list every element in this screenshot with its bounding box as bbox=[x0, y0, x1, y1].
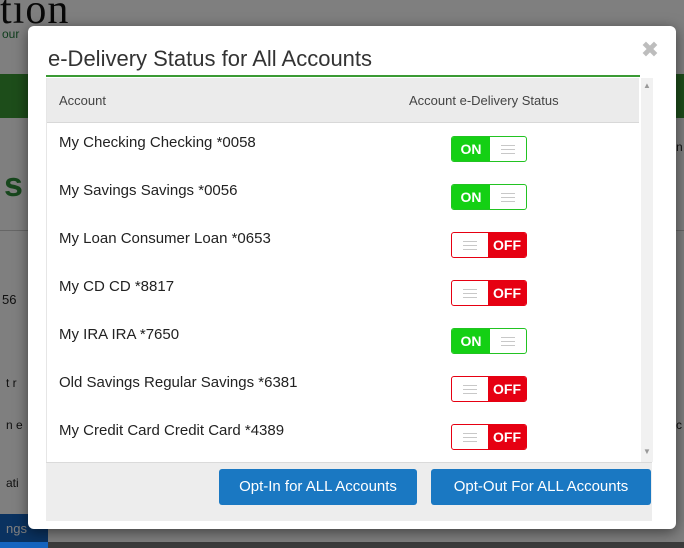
toggle-label: OFF bbox=[488, 233, 526, 257]
toggle-grip-icon bbox=[452, 233, 488, 257]
account-name: My Savings Savings *0056 bbox=[59, 182, 238, 199]
modal-footer: Opt-In for ALL Accounts Opt-Out For ALL … bbox=[46, 462, 652, 521]
edelivery-toggle[interactable]: OFF bbox=[451, 376, 527, 402]
scroll-up-arrow-icon[interactable]: ▲ bbox=[641, 80, 653, 92]
edelivery-toggle[interactable]: ON bbox=[451, 184, 527, 210]
toggle-label: OFF bbox=[488, 425, 526, 449]
toggle-grip-icon bbox=[452, 425, 488, 449]
account-name: Old Savings Regular Savings *6381 bbox=[59, 374, 298, 391]
title-underline bbox=[46, 75, 640, 77]
opt-out-all-button[interactable]: Opt-Out For ALL Accounts bbox=[431, 469, 651, 505]
edelivery-toggle[interactable]: ON bbox=[451, 136, 527, 162]
toggle-grip-icon bbox=[452, 281, 488, 305]
column-header-status: Account e-Delivery Status bbox=[409, 93, 559, 108]
table-row: My Credit Card Credit Card *4389 OFF bbox=[47, 410, 639, 458]
toggle-label: OFF bbox=[488, 281, 526, 305]
accounts-table: Account Account e-Delivery Status My Che… bbox=[46, 78, 653, 462]
modal-title: e-Delivery Status for All Accounts bbox=[48, 46, 373, 71]
account-name: My Credit Card Credit Card *4389 bbox=[59, 422, 285, 439]
toggle-grip-icon bbox=[490, 185, 526, 209]
toggle-label: ON bbox=[452, 137, 490, 161]
edelivery-toggle[interactable]: OFF bbox=[451, 280, 527, 306]
toggle-label: ON bbox=[452, 329, 490, 353]
toggle-grip-icon bbox=[490, 137, 526, 161]
toggle-label: OFF bbox=[488, 377, 526, 401]
column-header-account: Account bbox=[59, 93, 106, 108]
edelivery-toggle[interactable]: ON bbox=[451, 328, 527, 354]
table-row: My CD CD *8817 OFF bbox=[47, 266, 639, 314]
edelivery-toggle[interactable]: OFF bbox=[451, 424, 527, 450]
toggle-label: ON bbox=[452, 185, 490, 209]
edelivery-toggle[interactable]: OFF bbox=[451, 232, 527, 258]
account-name: My IRA IRA *7650 bbox=[59, 326, 180, 343]
edelivery-status-modal: e-Delivery Status for All Accounts ✖ Acc… bbox=[28, 26, 676, 529]
account-name: My CD CD *8817 bbox=[59, 278, 175, 295]
toggle-grip-icon bbox=[452, 377, 488, 401]
scroll-down-arrow-icon[interactable]: ▼ bbox=[641, 446, 653, 458]
account-name: My Loan Consumer Loan *0653 bbox=[59, 230, 271, 247]
table-row: Old Savings Regular Savings *6381 OFF bbox=[47, 362, 639, 410]
opt-in-all-button[interactable]: Opt-In for ALL Accounts bbox=[219, 469, 417, 505]
table-row: My Loan Consumer Loan *0653 OFF bbox=[47, 218, 639, 266]
table-row: My Savings Savings *0056 ON bbox=[47, 170, 639, 218]
table-body: My Checking Checking *0058 ON My Savings… bbox=[47, 122, 639, 458]
account-name: My Checking Checking *0058 bbox=[59, 134, 256, 151]
close-icon[interactable]: ✖ bbox=[638, 38, 662, 62]
table-row: My Checking Checking *0058 ON bbox=[47, 122, 639, 170]
toggle-grip-icon bbox=[490, 329, 526, 353]
table-row: My IRA IRA *7650 ON bbox=[47, 314, 639, 362]
table-scrollbar[interactable]: ▲ ▼ bbox=[641, 78, 653, 462]
table-header: Account Account e-Delivery Status bbox=[47, 78, 639, 123]
